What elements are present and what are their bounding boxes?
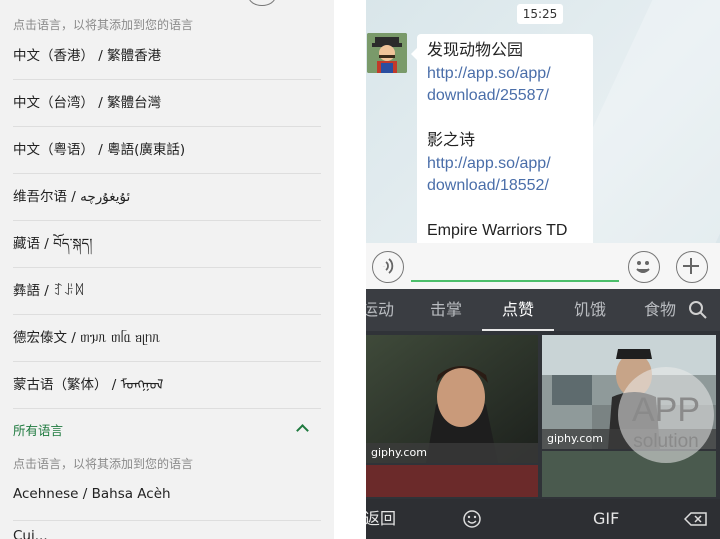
message-spacer (427, 108, 583, 131)
plus-icon[interactable] (676, 251, 708, 283)
message-link[interactable]: http://app.so/app/ (427, 153, 583, 176)
language-item[interactable]: 德宏傣文 / ᥖᥭᥰ ᥖᥬᥲ ᥑᥨᥒᥰ (13, 315, 321, 362)
gif-source-caption: giphy.com (366, 443, 538, 463)
message-timestamp: 15:25 (517, 4, 563, 24)
message-bubble[interactable]: 发现动物公园 http://app.so/app/download/25587/影… (411, 34, 593, 243)
language-item[interactable]: 蒙古语（繁体） / ᠮᠣᠩᠭᠣᠯ (13, 362, 321, 409)
language-hint-bottom: 点击语言，以将其添加到您的语言 (13, 457, 194, 471)
collapse-icon[interactable] (248, 0, 276, 6)
language-item[interactable]: 中文（香港） / 繁體香港 (13, 33, 321, 80)
all-languages-header[interactable]: 所有语言 (13, 419, 321, 443)
language-item-partial[interactable]: Cuj... (13, 528, 48, 539)
message-text: 发现动物公园 (427, 42, 524, 59)
chat-input-bar (366, 243, 720, 289)
gif-result[interactable] (366, 465, 538, 497)
emoji-icon[interactable] (628, 251, 660, 283)
language-item[interactable]: 藏语 / བོད་སྐད། (13, 221, 321, 268)
emoji-icon[interactable] (462, 499, 482, 539)
tab-like[interactable]: 点赞 (482, 289, 554, 331)
svg-text:APP: APP (632, 391, 700, 429)
search-icon[interactable] (688, 300, 708, 324)
gif-button[interactable]: GIF (593, 499, 619, 539)
language-item[interactable]: 中文（粤语） / 粵語(廣東話) (13, 127, 321, 174)
tab-high-five[interactable]: 击掌 (422, 289, 470, 331)
message-text: Empire Warriors TD (427, 222, 568, 239)
message-text: 影之诗 (427, 132, 476, 149)
language-item[interactable]: 维吾尔语 / ئۇيغۇرچە (13, 174, 321, 221)
tab-sports[interactable]: 运动 (366, 289, 398, 331)
avatar[interactable] (367, 33, 407, 73)
message-input[interactable] (411, 280, 619, 282)
all-languages-title: 所有语言 (13, 423, 64, 438)
backspace-icon[interactable] (683, 499, 708, 539)
chevron-up-icon[interactable] (296, 424, 309, 437)
svg-text:solution: solution (633, 431, 699, 452)
tab-hungry[interactable]: 饥饿 (566, 289, 614, 331)
voice-icon[interactable] (372, 251, 404, 283)
panel-divider (334, 0, 366, 539)
language-item[interactable]: Acehnese / Bahsa Acèh (13, 474, 321, 521)
message-link[interactable]: download/18552/ (427, 175, 583, 198)
language-item[interactable]: 中文（台湾） / 繁體台灣 (13, 80, 321, 127)
message-spacer (427, 198, 583, 221)
keyboard-bottom-bar: 返回 GIF (366, 499, 720, 539)
chat-messages-area[interactable]: 15:25 发现动物公园 http://app.so/app/download/2… (366, 0, 720, 243)
language-hint-top: 点击语言，以将其添加到您的语言 (13, 18, 194, 32)
message-link[interactable]: http://app.so/app/ (427, 63, 583, 86)
back-button[interactable]: 返回 (366, 499, 396, 539)
app-solution-watermark: APP solution (618, 367, 714, 463)
chat-panel: 15:25 发现动物公园 http://app.so/app/download/2… (366, 0, 720, 539)
language-item[interactable]: 彝語 / ꆈꌠꉙ (13, 268, 321, 315)
screenshot-root: 点击语言，以将其添加到您的语言 中文（香港） / 繁體香港 中文（台湾） / 繁… (0, 0, 720, 539)
message-link[interactable]: download/25587/ (427, 85, 583, 108)
gif-result[interactable]: giphy.com (366, 335, 538, 463)
language-settings-panel: 点击语言，以将其添加到您的语言 中文（香港） / 繁體香港 中文（台湾） / 繁… (0, 0, 334, 539)
tab-food[interactable]: 食物 (636, 289, 684, 331)
gif-category-tabs: 运动 击掌 点赞 饥饿 食物 (366, 289, 720, 331)
